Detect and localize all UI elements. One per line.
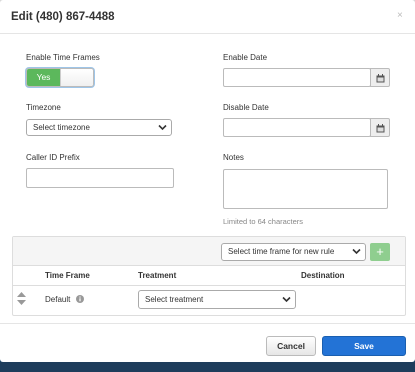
enable-time-frames-toggle[interactable]: Yes [26, 68, 94, 87]
disable-date-calendar-button[interactable] [370, 118, 390, 137]
close-icon[interactable]: × [397, 10, 403, 21]
column-header-time-frame: Time Frame [45, 271, 90, 280]
chevron-down-icon [352, 248, 361, 255]
calendar-icon [376, 124, 385, 133]
chevron-down-icon [158, 124, 167, 131]
enable-time-frames-label: Enable Time Frames [26, 53, 100, 62]
timezone-label: Timezone [26, 103, 61, 112]
notes-textarea[interactable] [223, 169, 388, 209]
modal-title: Edit (480) 867-4488 [11, 11, 115, 23]
treatment-select-value: Select treatment [145, 295, 204, 304]
time-frame-cell: Default [45, 295, 71, 304]
cancel-button[interactable]: Cancel [266, 336, 316, 356]
table-header-divider [12, 285, 406, 286]
save-button[interactable]: Save [322, 336, 406, 356]
column-header-treatment: Treatment [138, 271, 177, 280]
drag-handle-icon[interactable] [17, 292, 26, 305]
calendar-icon [376, 74, 385, 83]
enable-date-calendar-button[interactable] [370, 68, 390, 87]
caller-id-prefix-label: Caller ID Prefix [26, 153, 80, 162]
notes-hint: Limited to 64 characters [223, 217, 304, 226]
edit-modal: Edit (480) 867-4488 × Enable Time Frames… [0, 0, 415, 362]
timezone-select-value: Select timezone [33, 123, 90, 132]
enable-date-input[interactable] [223, 68, 371, 87]
add-rule-button[interactable]: + [370, 243, 390, 261]
toggle-handle[interactable] [60, 69, 93, 86]
page-background [0, 362, 415, 372]
caller-id-prefix-input[interactable] [26, 168, 174, 188]
timezone-select[interactable]: Select timezone [26, 119, 172, 136]
column-header-destination: Destination [301, 271, 345, 280]
toggle-on-label: Yes [27, 69, 60, 86]
treatment-select[interactable]: Select treatment [138, 290, 296, 309]
info-icon[interactable] [76, 295, 84, 303]
time-frame-select[interactable]: Select time frame for new rule [221, 243, 366, 261]
notes-label: Notes [223, 153, 244, 162]
chevron-down-icon [282, 296, 291, 303]
disable-date-label: Disable Date [223, 103, 269, 112]
disable-date-input[interactable] [223, 118, 371, 137]
time-frame-select-value: Select time frame for new rule [228, 247, 335, 256]
enable-date-label: Enable Date [223, 53, 268, 62]
modal-header: Edit (480) 867-4488 × [0, 0, 415, 34]
